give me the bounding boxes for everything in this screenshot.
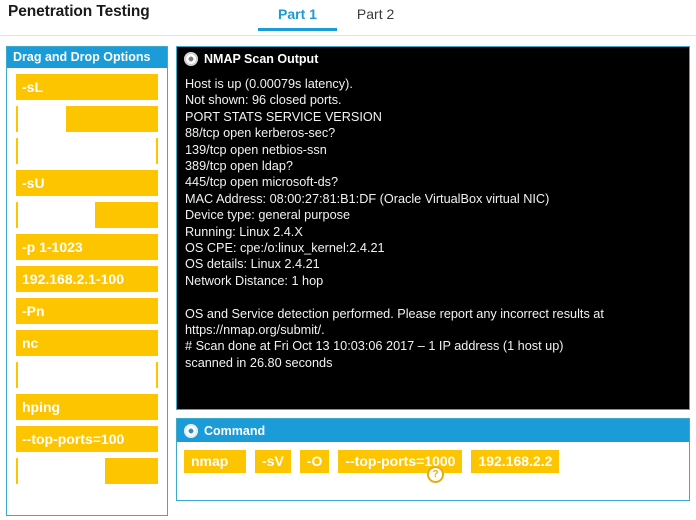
command-drop-zone[interactable]: nmap -sV -O --top-ports=1000 192.168.2.2… xyxy=(177,442,689,500)
terminal-line: Not shown: 96 closed ports. xyxy=(185,93,342,108)
sidebar-item-list: -sL -sU -p 1-1023 192.168.2.1-100 -Pn nc… xyxy=(7,68,167,484)
command-panel-title: Command xyxy=(204,423,266,438)
command-panel-header: Command xyxy=(177,419,689,442)
command-panel: Command nmap -sV -O --top-ports=1000 192… xyxy=(176,418,690,501)
terminal-line: 389/tcp open ldap? xyxy=(185,159,293,174)
header-divider xyxy=(0,35,696,36)
command-chip-sv[interactable]: -sV xyxy=(255,450,291,473)
tab-part-1[interactable]: Part 1 xyxy=(258,4,337,31)
nmap-panel-title: NMAP Scan Output xyxy=(204,51,319,66)
command-chip-top-ports[interactable]: --top-ports=1000 xyxy=(338,450,463,473)
option-chip-top-ports-100[interactable]: --top-ports=100 xyxy=(16,426,158,452)
terminal-line: Host is up (0.00079s latency). xyxy=(185,77,353,91)
sidebar-title: Drag and Drop Options xyxy=(7,47,167,68)
terminal-line: 445/tcp open microsoft-ds? xyxy=(185,175,339,190)
terminal-line: 139/tcp open netbios-ssn xyxy=(185,142,327,157)
terminal-line: MAC Address: 08:00:27:81:B1:DF (Oracle V… xyxy=(185,191,550,206)
terminal-line: OS CPE: cpe:/o:linux_kernel:2.4.21 xyxy=(185,241,385,256)
terminal-line: Network Distance: 1 hop xyxy=(185,273,324,288)
right-column: NMAP Scan Output Host is up (0.00079s la… xyxy=(176,46,690,509)
terminal-line: OS details: Linux 2.4.21 xyxy=(185,257,320,272)
nmap-terminal-output: Host is up (0.00079s latency). Not shown… xyxy=(177,70,689,409)
tab-part-2[interactable]: Part 2 xyxy=(337,4,414,28)
app-root: Penetration Testing Part 1 Part 2 Drag a… xyxy=(0,0,696,520)
option-chip-ip-range[interactable]: 192.168.2.1-100 xyxy=(16,266,158,292)
command-chip-target-ip[interactable]: 192.168.2.2 xyxy=(471,450,560,473)
command-chip-o[interactable]: -O xyxy=(299,450,330,473)
option-chip-su[interactable]: -sU xyxy=(16,170,158,196)
drop-indicator-icon: ? xyxy=(427,466,444,483)
page-title: Penetration Testing xyxy=(8,3,150,20)
nmap-scan-output-panel: NMAP Scan Output Host is up (0.00079s la… xyxy=(176,46,690,410)
option-chip-sl[interactable]: -sL xyxy=(16,74,158,100)
option-chip-blank-4[interactable] xyxy=(16,362,158,388)
option-chip-hping[interactable]: hping xyxy=(16,394,158,420)
terminal-line: Running: Linux 2.4.X xyxy=(185,224,303,239)
terminal-line: PORT STATS SERVICE VERSION xyxy=(185,109,382,124)
option-chip-blank-1[interactable] xyxy=(16,106,158,132)
option-chip-blank-2[interactable] xyxy=(16,138,158,164)
terminal-line: # Scan done at Fri Oct 13 10:03:06 2017 … xyxy=(185,339,564,354)
top-bar: Penetration Testing Part 1 Part 2 xyxy=(0,0,696,36)
nmap-panel-header: NMAP Scan Output xyxy=(177,47,689,70)
drag-and-drop-options-panel: Drag and Drop Options -sL -sU -p 1-1023 … xyxy=(6,46,168,516)
terminal-line: https://nmap.org/submit/. xyxy=(185,323,325,338)
terminal-line: 88/tcp open kerberos-sec? xyxy=(185,126,336,141)
option-chip-blank-3[interactable] xyxy=(16,202,158,228)
option-chip-p-1-1023[interactable]: -p 1-1023 xyxy=(16,234,158,260)
terminal-line: scanned in 26.80 seconds xyxy=(185,355,333,370)
option-chip-pn[interactable]: -Pn xyxy=(16,298,158,324)
option-chip-blank-5[interactable] xyxy=(16,458,158,484)
disc-icon xyxy=(184,423,198,438)
disc-icon xyxy=(184,51,198,66)
terminal-line: Device type: general purpose xyxy=(185,208,351,223)
option-chip-nc[interactable]: nc xyxy=(16,330,158,356)
tab-bar: Part 1 Part 2 xyxy=(258,4,414,31)
command-chip-nmap[interactable]: nmap xyxy=(184,450,246,473)
terminal-line: OS and Service detection performed. Plea… xyxy=(185,306,604,321)
